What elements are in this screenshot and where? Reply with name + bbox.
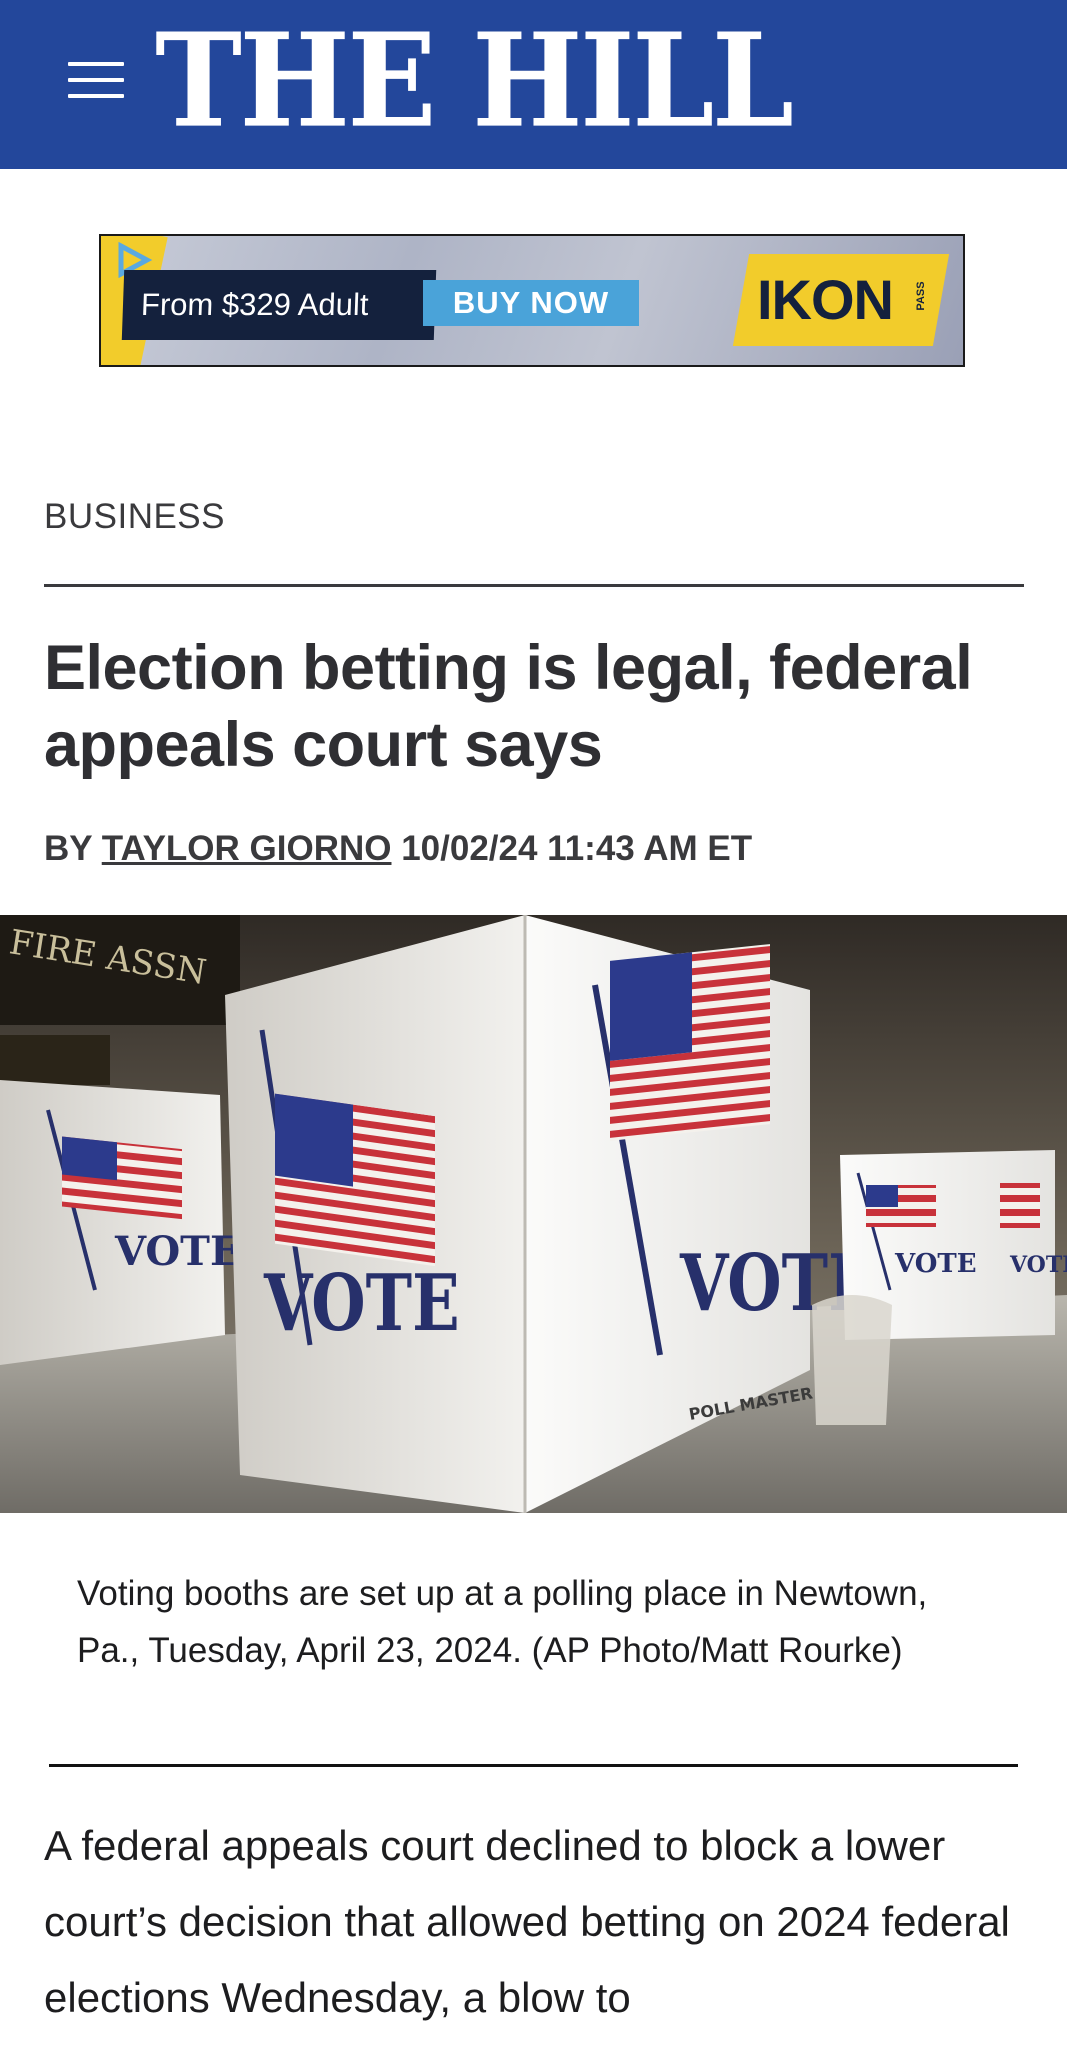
booth-vote-text: VOTE — [114, 1228, 240, 1275]
image-caption: Voting booths are set up at a polling pl… — [77, 1574, 928, 1670]
ad-price-text: From $329 Adult — [121, 270, 437, 340]
byline-prefix: BY — [44, 829, 92, 868]
site-header: THE HILL — [0, 0, 1067, 169]
booth-vote-text: VOTE — [1009, 1252, 1067, 1278]
article-headline: Election betting is legal, federal appea… — [44, 633, 973, 780]
ad-brand-logo: IKON — [757, 268, 894, 331]
voting-booths-photo: FIRE ASSN VOTE VOTE VOTE POLL MASTER VOT… — [0, 915, 1067, 1513]
hamburger-menu-icon[interactable] — [66, 58, 126, 102]
hero-image: FIRE ASSN VOTE VOTE VOTE POLL MASTER VOT… — [0, 915, 1067, 1513]
booth-vote-text: VOTE — [894, 1249, 977, 1279]
ad-buy-now-button[interactable]: BUY NOW — [423, 280, 639, 326]
booth-vote-text: VOTE — [263, 1257, 460, 1349]
site-logo[interactable]: THE HILL — [155, 10, 794, 153]
article-body-paragraph: A federal appeals court declined to bloc… — [44, 1822, 1010, 2021]
ad-brand-subtext: PASS — [915, 281, 927, 311]
byline: BY TAYLOR GIORNO 10/02/24 11:43 AM ET — [44, 829, 752, 869]
section-divider — [44, 584, 1024, 587]
section-label[interactable]: BUSINESS — [44, 497, 225, 537]
author-link[interactable]: TAYLOR GIORNO — [102, 829, 392, 868]
ad-banner[interactable]: From $329 Adult BUY NOW IKON PASS — [99, 234, 965, 367]
publish-timestamp: 10/02/24 11:43 AM ET — [401, 829, 753, 868]
caption-divider — [49, 1764, 1018, 1767]
